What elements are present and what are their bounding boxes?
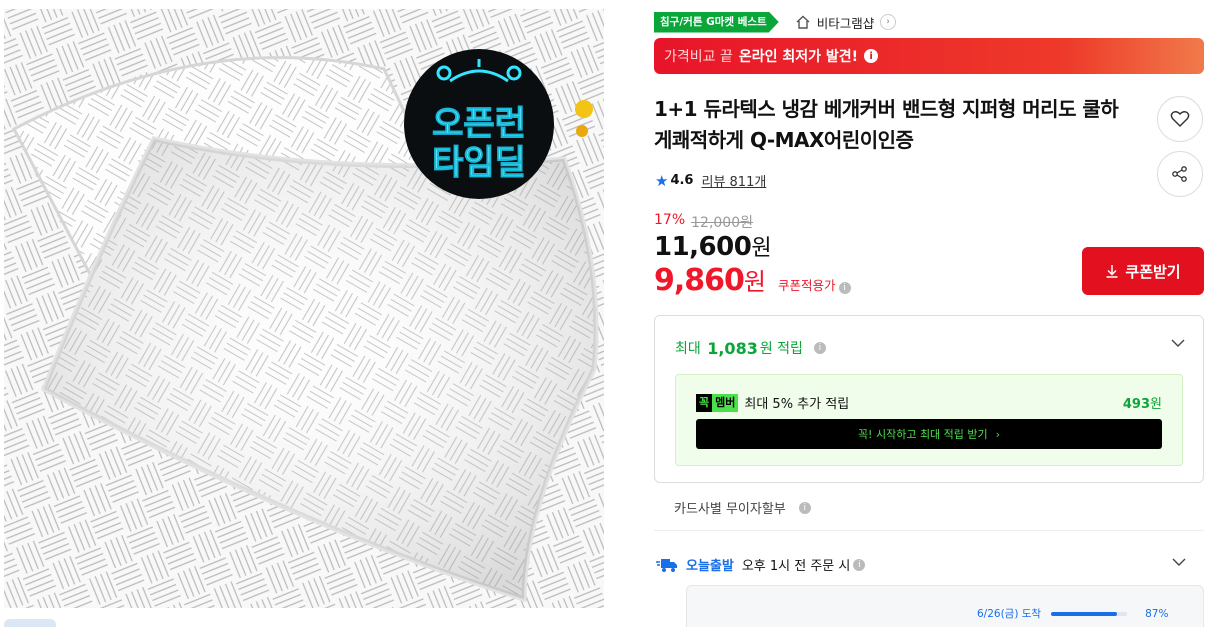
share-button[interactable] bbox=[1157, 151, 1203, 197]
product-image[interactable]: 오픈런 타임딜 bbox=[4, 9, 604, 608]
info-icon[interactable]: i bbox=[838, 282, 851, 294]
shipping-label: 오늘출발 bbox=[686, 559, 734, 574]
review-link[interactable]: 리뷰 811개 bbox=[701, 171, 766, 190]
arrival-box: 6/26(금) 도착 87% bbox=[686, 585, 1204, 627]
banner-prefix: 가격비교 끝 bbox=[664, 49, 733, 65]
arrival-progress-bar bbox=[1051, 611, 1128, 616]
star-icon: ★ bbox=[655, 171, 669, 190]
badge-row: 침구/커튼 G마켓 베스트 비타그램샵 › bbox=[654, 11, 897, 33]
coupon-price-value: 9,860 bbox=[654, 263, 745, 298]
member-amount: 493원 bbox=[1123, 393, 1162, 412]
points-box: 최대 1,083 원 적립 i 꼭 멤버 최대 5% 추가 적립 493원 꼭! 시… bbox=[654, 315, 1204, 483]
member-amount-unit: 원 bbox=[1150, 397, 1162, 412]
product-title: 1+1 듀라텍스 냉감 베개커버 밴드형 지퍼형 머리도 쿨하게쾌적하게 Q-M… bbox=[654, 97, 1119, 152]
thumbnail-strip-hint[interactable] bbox=[4, 619, 56, 627]
best-badge[interactable]: 침구/커튼 G마켓 베스트 bbox=[654, 11, 779, 33]
truck-icon bbox=[656, 558, 677, 572]
rating-score: 4.6 bbox=[670, 173, 694, 188]
coupon-button-label: 쿠폰받기 bbox=[1125, 262, 1181, 281]
store-name: 비타그램샵 bbox=[816, 15, 875, 31]
chevron-right-icon: › bbox=[995, 427, 1001, 441]
discount-row: 17% 12,000원 bbox=[654, 212, 753, 232]
chevron-right-icon: › bbox=[880, 14, 897, 30]
member-logo-a: 꼭 bbox=[696, 393, 713, 412]
arrival-percent: 87% bbox=[1145, 607, 1169, 620]
discount-rate: 17% bbox=[654, 212, 686, 228]
points-summary[interactable]: 최대 1,083 원 적립 i bbox=[675, 338, 826, 358]
member-text: 최대 5% 추가 적립 bbox=[744, 397, 850, 412]
card-installment-row[interactable]: 카드사별 무이자할부 i bbox=[674, 498, 811, 517]
download-icon bbox=[1106, 265, 1118, 278]
banner-highlight: 온라인 최저가 발견! bbox=[738, 49, 859, 65]
store-link[interactable]: 비타그램샵 › bbox=[795, 13, 897, 32]
lowest-price-banner[interactable]: 가격비교 끝 온라인 최저가 발견! i bbox=[654, 38, 1204, 74]
pillow-illustration: 오픈런 타임딜 bbox=[4, 9, 604, 608]
arrival-date: 6/26(금) 도착 bbox=[977, 608, 1042, 620]
member-cta-label: 꼭! 시작하고 최대 적립 받기 bbox=[857, 428, 988, 441]
points-amount: 1,083 bbox=[707, 338, 758, 358]
original-price: 12,000원 bbox=[691, 215, 753, 231]
rating-row: ★ 4.6 리뷰 811개 bbox=[655, 171, 766, 191]
sale-price: 11,600원 bbox=[654, 230, 772, 262]
promo-line2: 타임딜 bbox=[432, 143, 526, 183]
sale-price-unit: 원 bbox=[751, 236, 772, 261]
info-icon[interactable]: i bbox=[813, 342, 826, 354]
sale-price-value: 11,600 bbox=[654, 232, 752, 262]
member-box: 꼭 멤버 최대 5% 추가 적립 493원 꼭! 시작하고 최대 적립 받기 › bbox=[675, 374, 1183, 466]
home-icon bbox=[796, 15, 810, 29]
member-logo: 꼭 멤버 bbox=[696, 393, 739, 412]
points-prefix: 최대 bbox=[675, 341, 701, 357]
coupon-price: 9,860 원 쿠폰적용가 i bbox=[654, 262, 851, 298]
heart-icon bbox=[1170, 111, 1190, 127]
arrival-progress-fill bbox=[1051, 611, 1118, 616]
info-icon[interactable]: i bbox=[798, 501, 811, 514]
info-icon[interactable]: i bbox=[864, 49, 879, 63]
card-installment-label: 카드사별 무이자할부 bbox=[674, 502, 786, 517]
member-row: 꼭 멤버 최대 5% 추가 적립 493원 bbox=[696, 393, 1162, 412]
coupon-price-label: 쿠폰적용가 bbox=[778, 278, 836, 293]
member-cta-button[interactable]: 꼭! 시작하고 최대 적립 받기 › bbox=[696, 419, 1162, 449]
coupon-price-unit: 원 bbox=[743, 268, 766, 296]
coupon-button[interactable]: 쿠폰받기 bbox=[1082, 247, 1204, 295]
points-suffix: 원 적립 bbox=[759, 341, 803, 357]
member-amount-value: 493 bbox=[1122, 397, 1151, 412]
info-icon[interactable]: i bbox=[853, 558, 866, 571]
share-icon bbox=[1172, 166, 1187, 182]
arrival-row: 6/26(금) 도착 87% bbox=[977, 606, 1168, 621]
shipping-row[interactable]: 오늘출발 오후 1시 전 주문 시 i bbox=[656, 555, 1204, 574]
chevron-down-icon[interactable] bbox=[1171, 336, 1185, 350]
wishlist-button[interactable] bbox=[1157, 96, 1203, 142]
shipping-detail: 오후 1시 전 주문 시 bbox=[741, 559, 851, 574]
member-logo-b: 멤버 bbox=[712, 393, 739, 412]
chevron-down-icon[interactable] bbox=[1172, 555, 1186, 569]
divider bbox=[654, 530, 1204, 531]
promo-line1: 오픈런 bbox=[432, 104, 526, 144]
